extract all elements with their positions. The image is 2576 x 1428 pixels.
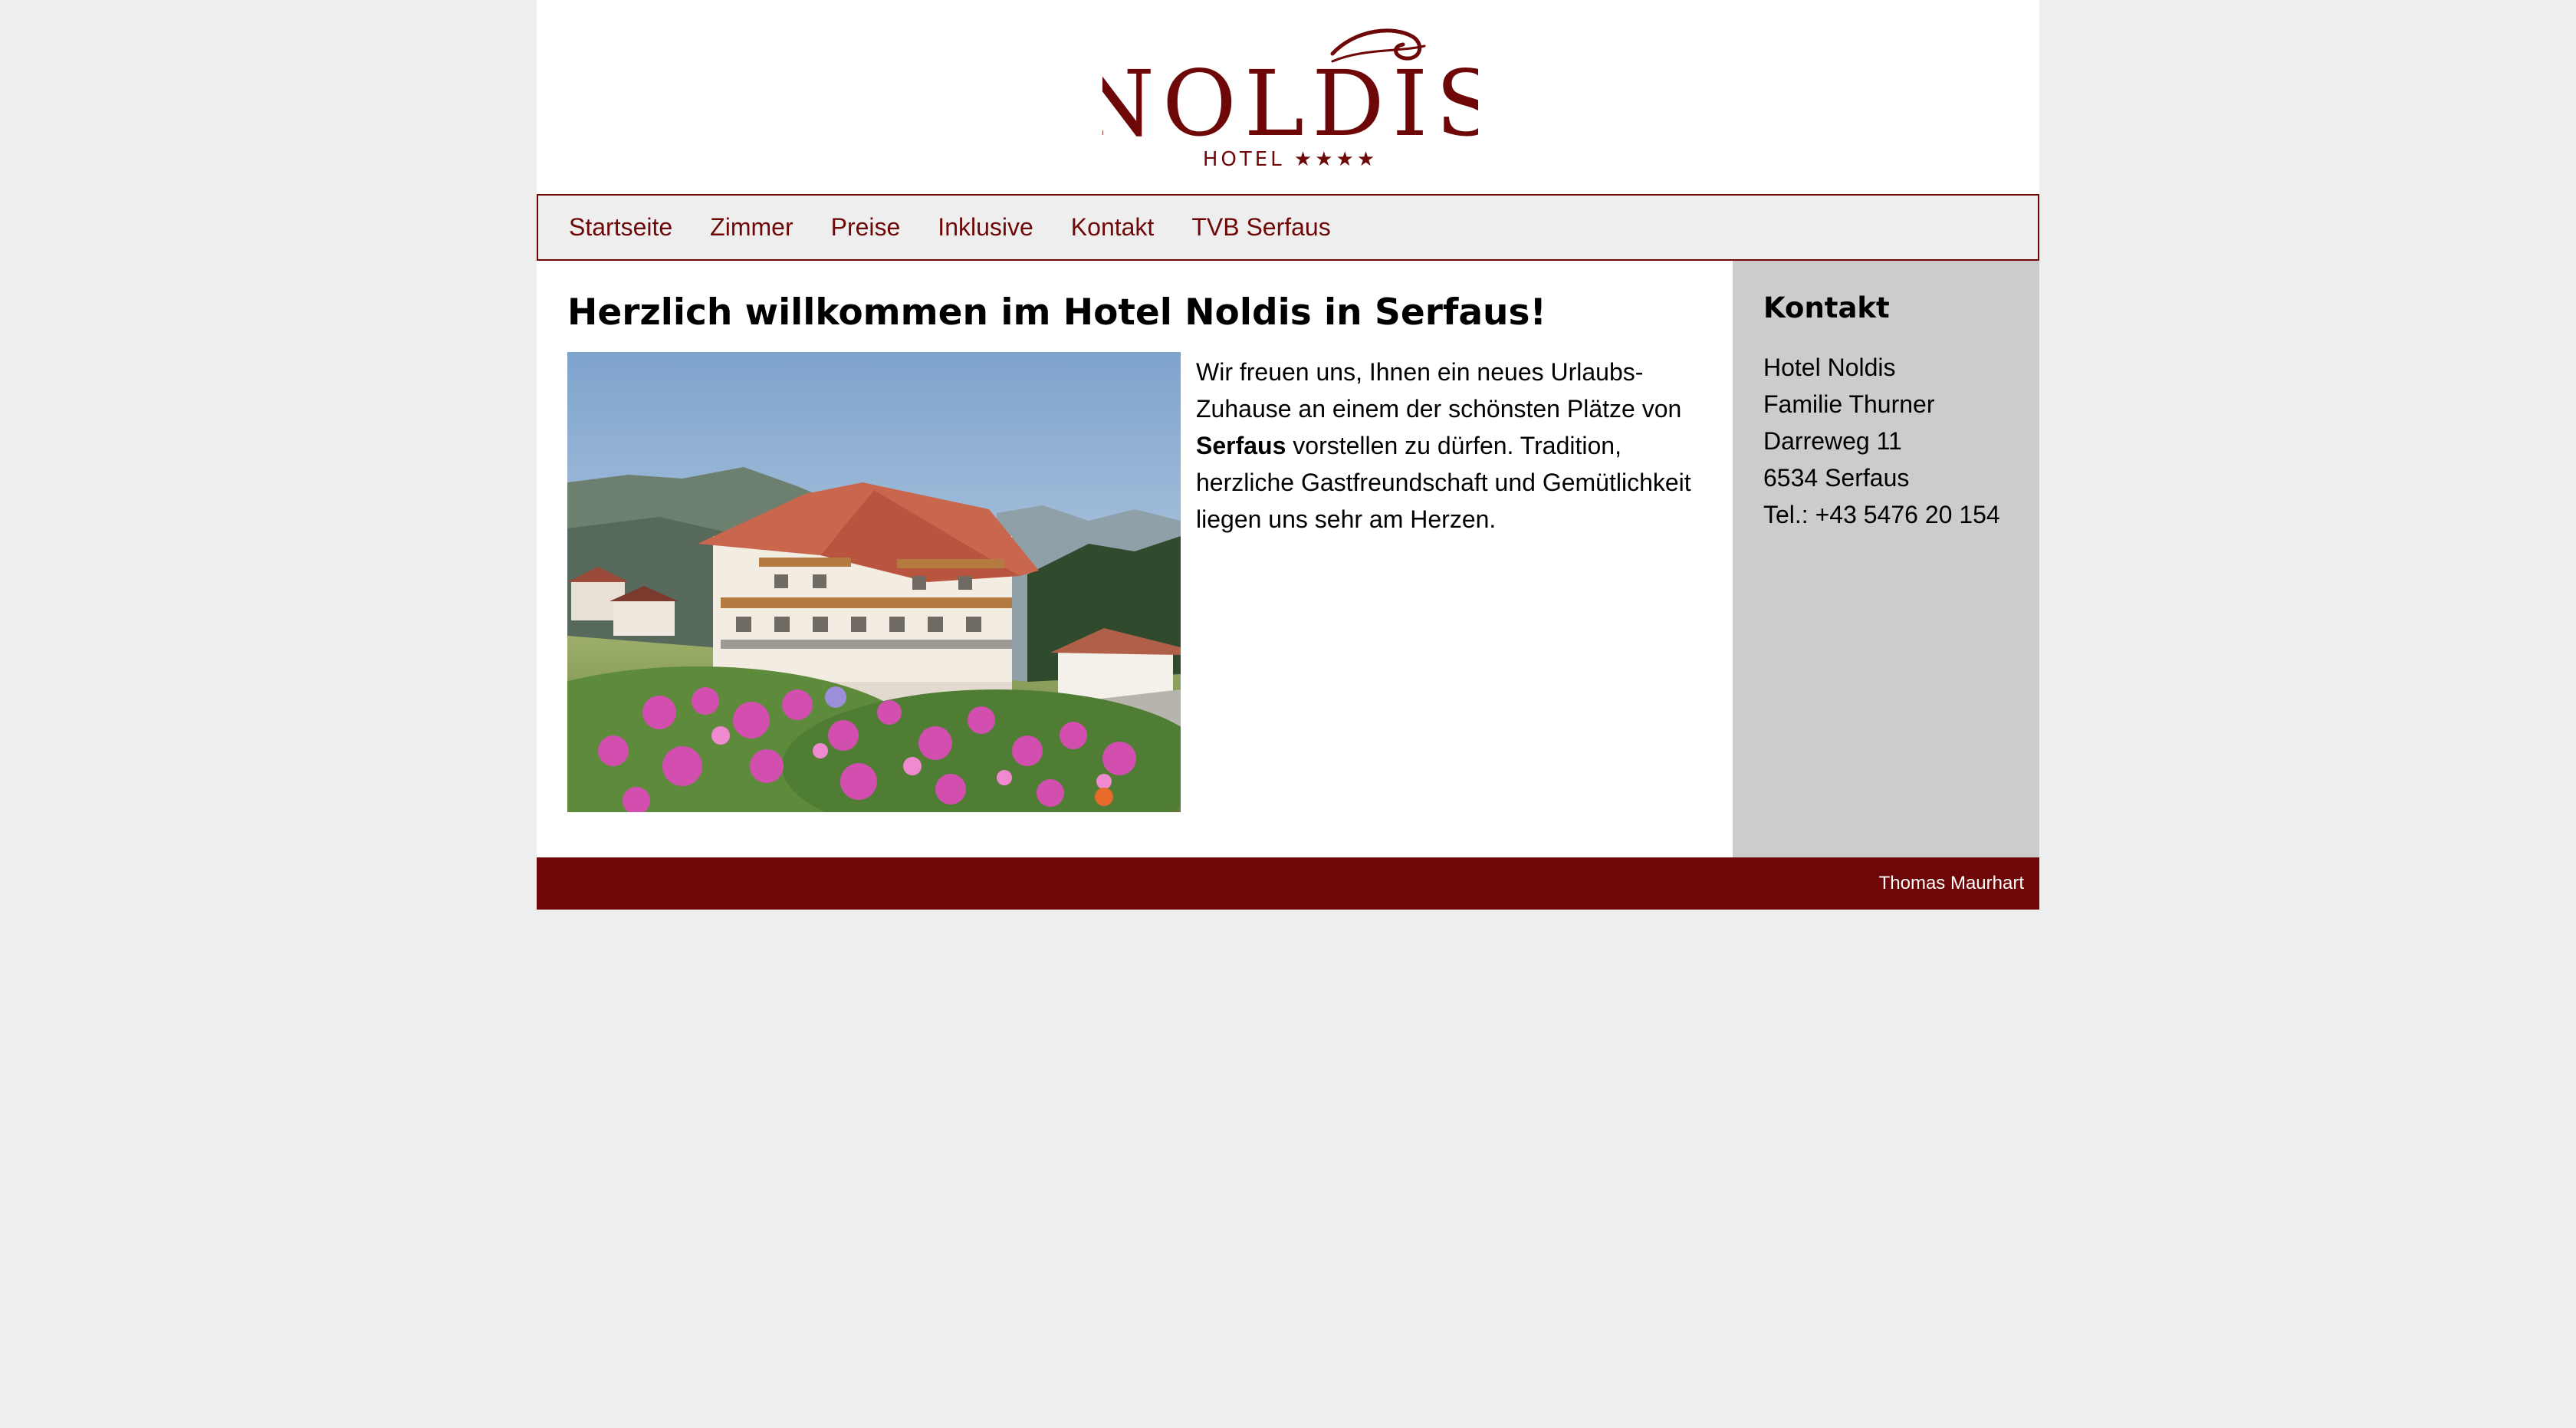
contact-sidebar: Kontakt Hotel Noldis Familie Thurner Dar… [1733, 261, 2039, 857]
site-footer: Thomas Maurhart [537, 857, 2039, 910]
contact-phone: Tel.: +43 5476 20 154 [1763, 501, 2000, 528]
nav-item-tvb-serfaus[interactable]: TVB Serfaus [1191, 213, 1330, 242]
content-row: Herzlich willkommen im Hotel Noldis in S… [537, 261, 2039, 857]
nav-item-inklusive[interactable]: Inklusive [938, 213, 1033, 242]
intro-section: Wir freuen uns, Ihnen ein neues Urlaubs-… [567, 352, 1702, 812]
intro-text-serfaus: Serfaus [1196, 432, 1286, 459]
main-content: Herzlich willkommen im Hotel Noldis in S… [537, 261, 1733, 857]
page-title: Herzlich willkommen im Hotel Noldis in S… [567, 291, 1546, 334]
logo-wordmark: NOLDIS [1102, 51, 1478, 156]
contact-hotel-name: Hotel Noldis [1763, 354, 1896, 381]
contact-family: Familie Thurner [1763, 390, 1935, 418]
nav-item-preise[interactable]: Preise [831, 213, 901, 242]
hotel-photo [567, 352, 1181, 812]
footer-credit: Thomas Maurhart [1878, 873, 2024, 893]
nav-item-startseite[interactable]: Startseite [569, 213, 672, 242]
contact-city: 6534 Serfaus [1763, 464, 1910, 492]
logo-subtitle: HOTEL ★★★★ [1203, 148, 1378, 167]
nav-item-kontakt[interactable]: Kontakt [1071, 213, 1155, 242]
sidebar-title: Kontakt [1763, 291, 1890, 324]
intro-text: Wir freuen uns, Ihnen ein neues Urlaubs-… [1196, 354, 1702, 538]
main-navigation: Startseite Zimmer Preise Inklusive Konta… [537, 194, 2039, 261]
contact-street: Darreweg 11 [1763, 427, 1902, 455]
nav-item-zimmer[interactable]: Zimmer [710, 213, 793, 242]
hotel-logo[interactable]: NOLDIS HOTEL ★★★★ [1102, 14, 1478, 167]
site-header: NOLDIS HOTEL ★★★★ [537, 0, 2039, 194]
page-container: NOLDIS HOTEL ★★★★ Startseite Zimmer Prei… [537, 0, 2039, 910]
intro-text-part1: Wir freuen uns, Ihnen ein neues Urlaubs-… [1196, 358, 1682, 423]
